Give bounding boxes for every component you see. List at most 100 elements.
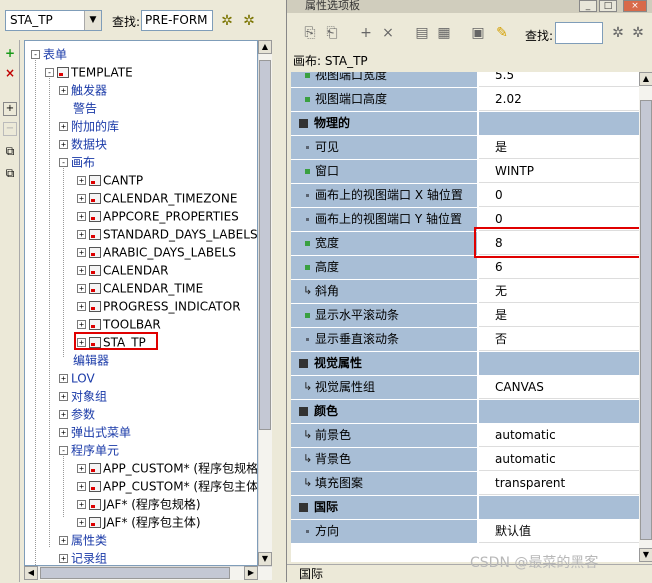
tree-node[interactable]: + 参数 (59, 405, 95, 423)
tree-vertical-thumb[interactable] (259, 60, 271, 430)
expand-node-icon[interactable]: + (77, 338, 86, 347)
tree-node[interactable]: - TEMPLATE (45, 63, 133, 81)
property-row[interactable]: 视觉属性组 ↳ CANVAS (291, 376, 639, 400)
property-row[interactable]: 高度 6 (291, 256, 639, 280)
property-section[interactable]: 国际 (291, 496, 639, 520)
paste-properties-icon[interactable]: ⎗ (323, 24, 341, 42)
tree-node[interactable]: + 弹出式菜单 (59, 423, 131, 441)
collapse-section-icon[interactable] (299, 119, 308, 128)
expand-node-icon[interactable]: + (77, 230, 86, 239)
tree-node[interactable]: + LOV (59, 369, 95, 387)
expand-node-icon[interactable]: + (59, 554, 68, 563)
collapse-all-icon[interactable]: ⧉ (3, 166, 17, 180)
tree-node[interactable]: + 记录组 (59, 549, 107, 565)
property-row[interactable]: 背景色 ↳ automatic (291, 448, 639, 472)
find-next-icon[interactable]: ✲ (629, 24, 647, 42)
tree-node[interactable]: + CALENDAR (77, 261, 168, 279)
property-class-icon[interactable]: ▤ (413, 24, 431, 42)
tree-node[interactable]: + ARABIC_DAYS_LABELS (77, 243, 236, 261)
expand-node-icon[interactable]: + (77, 500, 86, 509)
tree-node[interactable]: + 对象组 (59, 387, 107, 405)
expand-node-icon[interactable]: + (59, 140, 68, 149)
tree-node[interactable]: + CANTP (77, 171, 143, 189)
maximize-icon[interactable]: □ (599, 0, 617, 12)
property-row[interactable]: 窗口 WINTP (291, 160, 639, 184)
property-row[interactable]: 可见 是 (291, 136, 639, 160)
tree-node[interactable]: 编辑器 (59, 351, 109, 369)
chevron-down-icon[interactable]: ▼ (84, 11, 101, 30)
expand-node-icon[interactable]: + (59, 392, 68, 401)
tree-node[interactable]: + PROGRESS_INDICATOR (77, 297, 241, 315)
property-row[interactable]: 填充图案 ↳ transparent (291, 472, 639, 496)
property-value[interactable]: WINTP (479, 160, 639, 183)
property-value[interactable]: 8 (479, 232, 639, 255)
property-value[interactable]: 0 (479, 184, 639, 207)
find-previous-icon[interactable]: ✲ (609, 24, 627, 42)
freeze-pin-icon[interactable]: ✎ (493, 24, 511, 42)
tree-node[interactable]: + STANDARD_DAYS_LABELS (77, 225, 257, 243)
expand-all-icon[interactable]: ⧉ (3, 144, 17, 158)
collapse-node-icon[interactable]: - (59, 446, 68, 455)
scroll-right-icon[interactable]: ▶ (244, 566, 258, 580)
close-icon[interactable]: × (623, 0, 647, 12)
create-icon[interactable]: + (3, 46, 17, 60)
property-value[interactable]: 2.02 (479, 88, 639, 111)
property-value[interactable]: transparent (479, 472, 639, 495)
property-row[interactable]: 画布上的视图端口 X 轴位置 0 (291, 184, 639, 208)
scroll-up-icon[interactable]: ▲ (639, 72, 652, 86)
property-row[interactable]: 视图端口高度 2.02 (291, 88, 639, 112)
add-property-icon[interactable]: + (357, 24, 375, 42)
delete-icon[interactable]: × (3, 66, 17, 80)
property-row[interactable]: 方向 默认值 (291, 520, 639, 544)
expand-node-icon[interactable]: + (59, 86, 68, 95)
intersection-icon[interactable]: ▣ (469, 24, 487, 42)
expand-node-icon[interactable]: + (77, 464, 86, 473)
expand-node-icon[interactable]: + (77, 518, 86, 527)
palette-vertical-thumb[interactable] (640, 100, 652, 540)
property-row[interactable]: 显示水平滚动条 是 (291, 304, 639, 328)
tree-node[interactable]: + APP_CUSTOM* (程序包主体 (77, 477, 257, 495)
collapse-section-icon[interactable] (299, 407, 308, 416)
property-row[interactable]: 宽度 8 (291, 232, 639, 256)
collapse-section-icon[interactable] (299, 503, 308, 512)
property-value[interactable]: automatic (479, 448, 639, 471)
collapse-node-icon[interactable]: - (45, 68, 54, 77)
tree-node[interactable]: + TOOLBAR (77, 315, 161, 333)
find-next-icon[interactable]: ✲ (240, 12, 258, 30)
tree-node[interactable]: + STA_TP (77, 333, 146, 351)
expand-node-icon[interactable]: + (59, 410, 68, 419)
property-value[interactable]: 5.5 (479, 72, 639, 87)
property-value[interactable]: 默认值 (479, 520, 639, 543)
tree-node[interactable]: 警告 (59, 99, 97, 117)
expand-node-icon[interactable]: + (59, 428, 68, 437)
expand-node-icon[interactable]: + (59, 536, 68, 545)
copy-properties-icon[interactable]: ⎘ (301, 24, 319, 42)
tree-node[interactable]: + 附加的库 (59, 117, 119, 135)
property-value[interactable]: automatic (479, 424, 639, 447)
tree-node[interactable]: - 程序单元 (59, 441, 119, 459)
expand-node-icon[interactable]: + (77, 266, 86, 275)
expand-node-icon[interactable]: + (77, 284, 86, 293)
property-value[interactable]: 是 (479, 136, 639, 159)
scroll-down-icon[interactable]: ▼ (258, 552, 272, 566)
property-value[interactable]: 0 (479, 208, 639, 231)
expand-node-icon[interactable]: + (77, 302, 86, 311)
property-row[interactable]: 画布上的视图端口 Y 轴位置 0 (291, 208, 639, 232)
collapse-section-icon[interactable] (299, 359, 308, 368)
delete-property-icon[interactable]: × (379, 24, 397, 42)
expand-node-icon[interactable]: + (77, 482, 86, 491)
property-row[interactable]: 斜角 ↳ 无 (291, 280, 639, 304)
expand-icon[interactable]: + (3, 102, 17, 116)
property-section[interactable]: 物理的 (291, 112, 639, 136)
collapse-node-icon[interactable]: - (59, 158, 68, 167)
object-combo[interactable]: STA_TP ▼ (5, 10, 102, 31)
tree-node[interactable]: - 表单 (31, 45, 67, 63)
property-row[interactable]: 前景色 ↳ automatic (291, 424, 639, 448)
property-value[interactable]: 否 (479, 328, 639, 351)
tree-node[interactable]: + CALENDAR_TIME (77, 279, 203, 297)
property-row[interactable]: 视图端口宽度 5.5 (291, 72, 639, 88)
property-value[interactable]: 无 (479, 280, 639, 303)
tree-node[interactable]: + 属性类 (59, 531, 107, 549)
find-input[interactable]: PRE-FORM (141, 10, 213, 31)
scroll-left-icon[interactable]: ◀ (24, 566, 38, 580)
